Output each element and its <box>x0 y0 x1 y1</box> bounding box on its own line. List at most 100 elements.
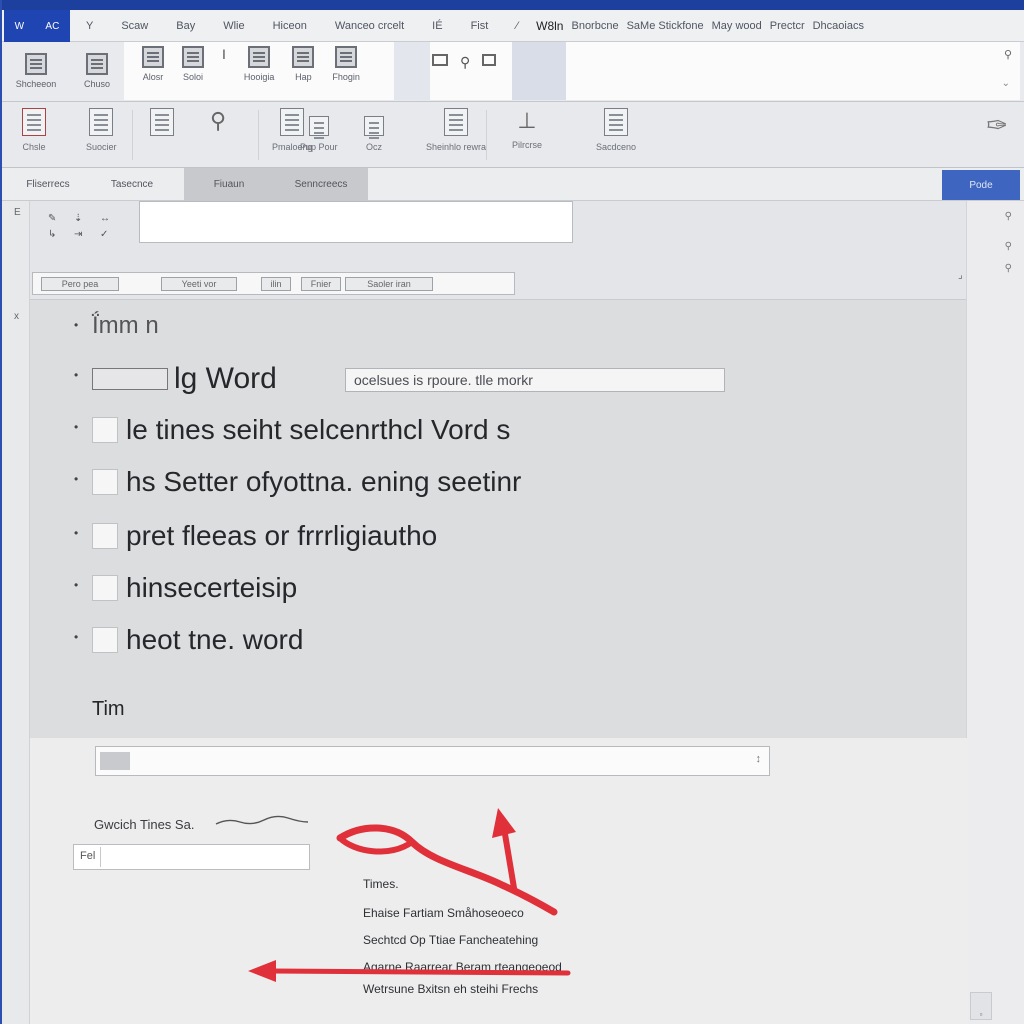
pin-icon[interactable]: ⚲ <box>460 54 470 71</box>
table-icon <box>142 46 164 68</box>
tab-active[interactable]: Senncreecs <box>274 168 368 201</box>
pen-icon[interactable]: ✎ <box>48 213 56 224</box>
primary-button[interactable]: Pode <box>942 170 1020 200</box>
page-icon <box>248 46 271 68</box>
ribbon-button[interactable]: Shcheeon <box>2 42 70 100</box>
page-corner-tab[interactable]: ▫ <box>970 992 992 1020</box>
grid-icon <box>150 108 174 136</box>
ruler-segment[interactable]: Pero pea <box>41 277 119 291</box>
down-icon[interactable]: ⇣ <box>74 213 82 224</box>
ribbon-button[interactable]: Hooigia <box>244 46 274 82</box>
menu-items: Y Scaw Bay Wlie Hiceon Wanceo crcelt IÉ … <box>72 10 868 42</box>
ruler-segment[interactable]: Saoler iran <box>345 277 433 291</box>
checkbox[interactable] <box>92 627 118 653</box>
ruler-segment[interactable]: ilin <box>261 277 291 291</box>
heading-style-icon <box>92 368 168 390</box>
expand-icon[interactable]: ⚲ <box>1004 48 1012 61</box>
resize-handle-icon[interactable]: ⌟ <box>958 270 963 281</box>
ribbon-button[interactable]: Suocier <box>86 108 117 152</box>
ribbon-button[interactable]: Chuso <box>70 42 124 100</box>
checkbox[interactable] <box>92 417 118 443</box>
menu-item[interactable]: Hiceon <box>259 20 321 32</box>
ribbon-button[interactable]: ⚲ <box>210 108 226 140</box>
ribbon-button[interactable]: Chsle <box>22 108 46 152</box>
menu-bar: W AC Y Scaw Bay Wlie Hiceon Wanceo crcel… <box>2 10 1024 42</box>
collapse-icon[interactable]: ⌄ <box>1002 78 1010 89</box>
list-item: Wetrsune Bxitsn eh steihi Frechs <box>363 982 539 996</box>
menu-item[interactable]: Bay <box>162 20 209 32</box>
ruler-segment[interactable]: Fnier <box>301 277 341 291</box>
menu-item[interactable]: Wanceo crcelt <box>321 20 418 32</box>
ribbon-button-label: Suocier <box>86 142 117 152</box>
pen-tool-icon[interactable]: ✑ <box>986 110 1008 141</box>
doc-line: • hinsecerteisip <box>74 572 298 604</box>
ribbon-button-label: Pup Pour <box>300 142 338 152</box>
checkbox[interactable] <box>92 469 118 495</box>
search-input[interactable]: ↕ <box>95 746 770 776</box>
menu-item[interactable]: Scaw <box>107 20 162 32</box>
swap-icon[interactable]: ↔ <box>100 213 110 224</box>
rail-close-icon[interactable]: x <box>14 311 19 322</box>
menu-item[interactable]: ⁄ <box>502 20 532 32</box>
name-input[interactable]: Fel <box>73 844 310 870</box>
check-icon[interactable]: ✓ <box>100 229 108 240</box>
menu-item[interactable]: Prectcr <box>766 20 809 32</box>
ribbon-button[interactable]: Soloi <box>182 46 204 82</box>
ribbon-separator <box>132 110 133 160</box>
ribbon-button[interactable]: Sacdceno <box>596 108 636 152</box>
ribbon-button[interactable]: Pup Pour <box>300 116 338 152</box>
rail-tool-icon[interactable]: ⚲ <box>1005 211 1012 222</box>
list-item: Times. <box>363 877 399 891</box>
ribbon-button[interactable]: Hap <box>292 46 315 82</box>
rail-marker-icon: E <box>14 207 21 218</box>
menu-item[interactable]: IÉ <box>418 20 456 32</box>
doc-line-text: hinsecerteisip <box>126 572 298 603</box>
ribbon-button[interactable]: Fhogin <box>332 46 360 82</box>
name-input-field <box>100 847 307 867</box>
sort-icon[interactable]: ↕ <box>756 753 762 765</box>
menu-item[interactable]: SaMe Stickfone <box>623 20 708 32</box>
menu-item[interactable]: Wlie <box>209 20 258 32</box>
doc-line-text: lg Word <box>174 362 277 395</box>
frame-icon[interactable] <box>482 54 497 66</box>
menu-item[interactable]: Y <box>72 20 107 32</box>
menu-item[interactable]: May wood <box>708 20 766 32</box>
ribbon-button-label: Shcheeon <box>15 79 57 89</box>
ribbon-button[interactable] <box>150 108 174 142</box>
image-icon[interactable] <box>432 54 448 66</box>
rail-tool-icon[interactable]: ⚲ <box>1005 241 1012 252</box>
ruler-segment[interactable]: Yeeti vor <box>161 277 237 291</box>
tab[interactable]: Tasecnce <box>94 168 170 201</box>
return-icon[interactable]: ↳ <box>48 229 56 240</box>
tab-active[interactable]: Fiuaun <box>184 168 274 201</box>
rail-tool-icon[interactable]: ⚲ <box>1005 263 1012 274</box>
doc-subheading: Tim <box>92 698 125 721</box>
ribbon-button[interactable]: Ocz <box>364 116 384 152</box>
ribbon-button-label: Pilrcrse <box>512 140 543 150</box>
ribbon-separator <box>486 110 487 160</box>
badge-right-text: AC <box>45 20 60 32</box>
ribbon-button[interactable]: I <box>222 46 226 66</box>
indent-icon[interactable]: ⇥ <box>74 229 82 240</box>
tab[interactable]: Fliserrecs <box>6 168 90 201</box>
ribbon-button[interactable]: ⊥ Pilrcrse <box>512 108 542 150</box>
doc-line: • hs Setter ofyottna. ening seetinr <box>74 466 521 498</box>
ribbon-button[interactable]: Alosr <box>142 46 164 82</box>
menu-item[interactable]: Fist <box>457 20 503 32</box>
document-icon <box>444 108 469 136</box>
ribbon-highlight <box>512 42 566 100</box>
app-badge[interactable]: W AC <box>4 10 70 42</box>
doc-subheading-text: Tim <box>92 698 125 720</box>
bullet-icon: • <box>74 472 79 486</box>
checkbox[interactable] <box>92 575 118 601</box>
menu-item[interactable]: W8ln <box>532 19 567 33</box>
inline-field[interactable]: ocelsues is rpoure. tlle morkr <box>345 368 725 392</box>
menu-item[interactable]: Dhcaoiacs <box>809 20 868 32</box>
main-text-input[interactable] <box>139 201 573 243</box>
ribbon-button-label: Soloi <box>182 72 203 82</box>
menu-item[interactable]: Bnorbcne <box>567 20 622 32</box>
ribbon-button[interactable]: Sheinhlo rewra <box>426 108 486 152</box>
checkbox[interactable] <box>92 523 118 549</box>
app-window: W AC Y Scaw Bay Wlie Hiceon Wanceo crcel… <box>0 0 1024 1024</box>
doc-line-text: Ḯmm n <box>92 312 159 339</box>
